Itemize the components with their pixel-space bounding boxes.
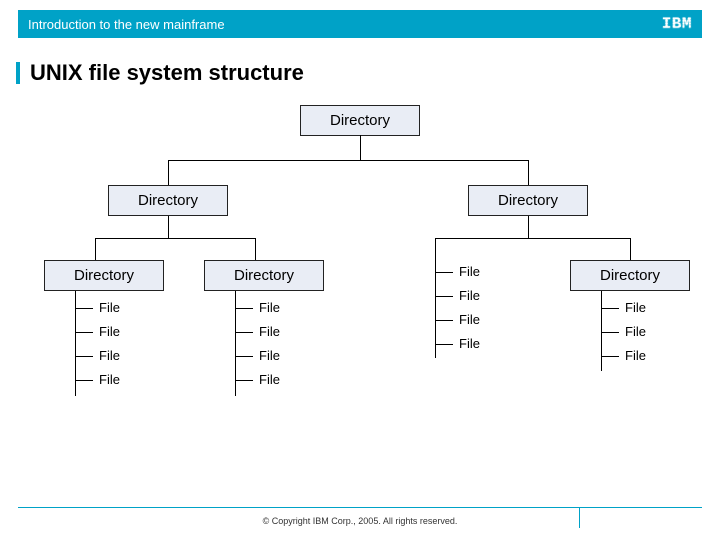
file-item: File	[459, 288, 480, 303]
file-item: File	[459, 312, 480, 327]
slide-heading: UNIX file system structure	[30, 60, 304, 86]
file-col-2: File File File File	[235, 296, 335, 392]
ibm-logo-icon: IBM	[662, 15, 692, 33]
file-item: File	[259, 372, 280, 387]
dir-l2-right: Directory	[468, 185, 588, 216]
file-col-4: File File File	[601, 296, 701, 368]
file-item: File	[259, 300, 280, 315]
file-item: File	[259, 324, 280, 339]
presentation-subtitle: Introduction to the new mainframe	[28, 17, 225, 32]
dir-l3-b: Directory	[204, 260, 324, 291]
file-item: File	[259, 348, 280, 363]
dir-l3-c: Directory	[570, 260, 690, 291]
file-item: File	[99, 300, 120, 315]
file-col-3: File File File File	[435, 260, 535, 356]
file-item: File	[625, 348, 646, 363]
copyright-text: © Copyright IBM Corp., 2005. All rights …	[0, 516, 720, 526]
file-item: File	[459, 264, 480, 279]
file-item: File	[99, 372, 120, 387]
file-item: File	[99, 348, 120, 363]
dir-l3-a: Directory	[44, 260, 164, 291]
dir-root: Directory	[300, 105, 420, 136]
file-col-1: File File File File	[75, 296, 175, 392]
dir-l2-left: Directory	[108, 185, 228, 216]
title-bar: Introduction to the new mainframe IBM	[18, 10, 702, 38]
file-item: File	[625, 324, 646, 339]
file-item: File	[625, 300, 646, 315]
footer-rule	[18, 507, 702, 508]
file-item: File	[459, 336, 480, 351]
file-item: File	[99, 324, 120, 339]
